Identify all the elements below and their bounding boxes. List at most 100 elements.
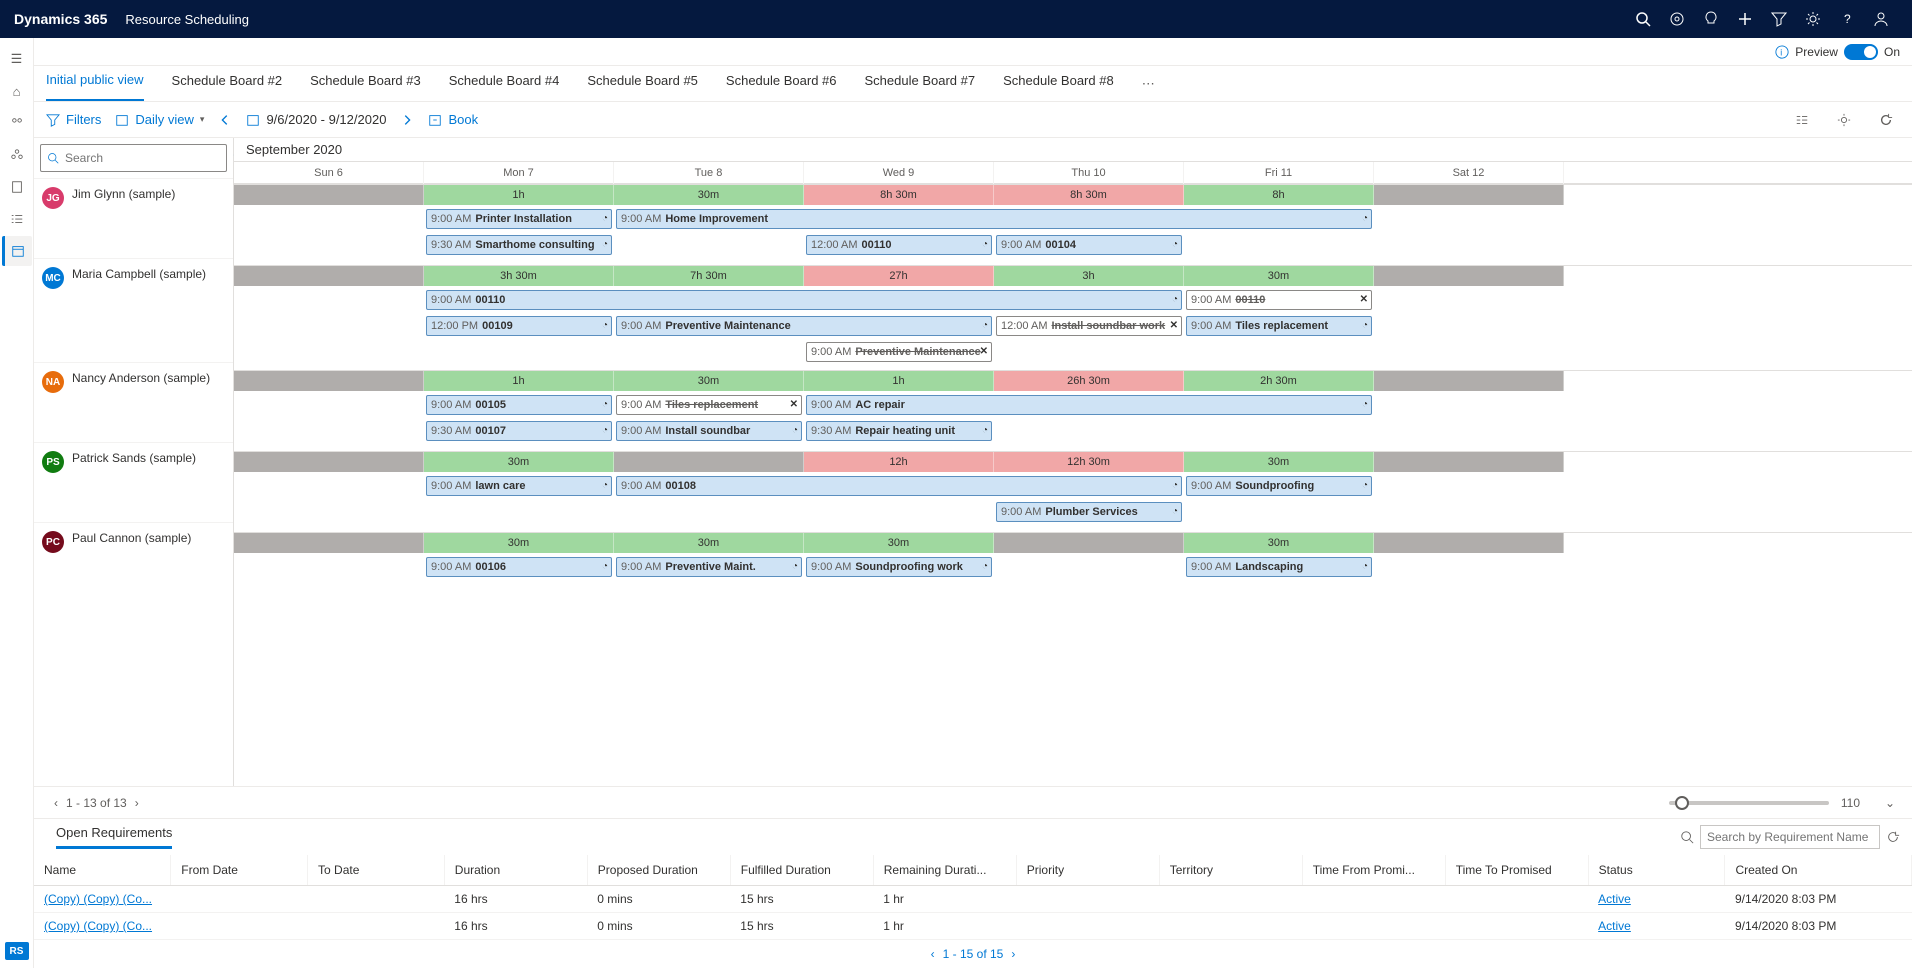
pager-next[interactable]: › xyxy=(127,796,147,810)
booking[interactable]: 12:00 AMInstall soundbar work✕ xyxy=(996,316,1182,336)
booking[interactable]: 9:00 AM00110✕ xyxy=(1186,290,1372,310)
tab-board-7[interactable]: Schedule Board #7 xyxy=(865,66,976,101)
resource-row[interactable]: NANancy Anderson (sample) xyxy=(34,362,233,442)
book-button[interactable]: Book xyxy=(428,112,478,127)
req-status-link[interactable]: Active xyxy=(1598,919,1631,933)
legend-button[interactable] xyxy=(1788,106,1816,134)
booking[interactable]: 12:00 AM00110◔ xyxy=(806,235,992,255)
booking[interactable]: 9:30 AMRepair heating unit◔ xyxy=(806,421,992,441)
home-icon[interactable]: ⌂ xyxy=(2,76,32,106)
booking[interactable]: 9:00 AMPlumber Services◔ xyxy=(996,502,1182,522)
date-range[interactable]: 9/6/2020 - 9/12/2020 xyxy=(246,112,386,127)
target-icon[interactable] xyxy=(1660,0,1694,38)
search-icon xyxy=(47,152,59,164)
req-status-link[interactable]: Active xyxy=(1598,892,1631,906)
booking[interactable]: 9:30 AM00107◔ xyxy=(426,421,612,441)
column-header[interactable]: To Date xyxy=(308,855,445,886)
group-icon[interactable] xyxy=(2,140,32,170)
people-icon[interactable] xyxy=(2,108,32,138)
column-header[interactable]: Duration xyxy=(444,855,587,886)
booking[interactable]: 9:30 AMSmarthome consulting◔ xyxy=(426,235,612,255)
booking[interactable]: 9:00 AMAC repair◔ xyxy=(806,395,1372,415)
req-prev[interactable]: ‹ xyxy=(931,947,935,961)
gear-icon[interactable] xyxy=(1796,0,1830,38)
lightbulb-icon[interactable] xyxy=(1694,0,1728,38)
collapse-panel[interactable]: ⌄ xyxy=(1880,796,1900,810)
prev-date[interactable] xyxy=(218,113,232,127)
booking[interactable]: 12:00 PM00109◔ xyxy=(426,316,612,336)
tab-board-5[interactable]: Schedule Board #5 xyxy=(587,66,698,101)
booking[interactable]: 9:00 AMTiles replacement◔ xyxy=(1186,316,1372,336)
tab-board-2[interactable]: Schedule Board #2 xyxy=(172,66,283,101)
tab-board-8[interactable]: Schedule Board #8 xyxy=(1003,66,1114,101)
booking[interactable]: 9:00 AM00106◔ xyxy=(426,557,612,577)
tab-board-3[interactable]: Schedule Board #3 xyxy=(310,66,421,101)
column-header[interactable]: Name xyxy=(34,855,171,886)
filters-button[interactable]: Filters xyxy=(46,112,101,127)
resource-row[interactable]: PCPaul Cannon (sample) xyxy=(34,522,233,602)
req-name-link[interactable]: (Copy) (Copy) (Co... xyxy=(44,892,152,906)
column-header[interactable]: Remaining Durati... xyxy=(873,855,1016,886)
column-header[interactable]: Proposed Duration xyxy=(587,855,730,886)
tab-board-4[interactable]: Schedule Board #4 xyxy=(449,66,560,101)
clipboard-icon[interactable] xyxy=(2,172,32,202)
table-row[interactable]: (Copy) (Copy) (Co...16 hrs0 mins15 hrs1 … xyxy=(34,913,1912,940)
search-icon[interactable] xyxy=(1680,830,1694,844)
booking[interactable]: 9:00 AM00110◔ xyxy=(426,290,1182,310)
booking[interactable]: 9:00 AM00108◔ xyxy=(616,476,1182,496)
refresh-button[interactable] xyxy=(1872,106,1900,134)
booking[interactable]: 9:00 AMPreventive Maint.◔ xyxy=(616,557,802,577)
person-icon[interactable] xyxy=(1864,0,1898,38)
tab-initial[interactable]: Initial public view xyxy=(46,66,144,101)
resource-search[interactable] xyxy=(40,144,227,172)
req-next[interactable]: › xyxy=(1011,947,1015,961)
preview-toggle[interactable] xyxy=(1844,44,1878,60)
table-row[interactable]: (Copy) (Copy) (Co...16 hrs0 mins15 hrs1 … xyxy=(34,886,1912,913)
booking[interactable]: 9:00 AMTiles replacement✕ xyxy=(616,395,802,415)
column-header[interactable]: Territory xyxy=(1159,855,1302,886)
column-header[interactable]: Fulfilled Duration xyxy=(730,855,873,886)
booking[interactable]: 9:00 AMHome Improvement◔ xyxy=(616,209,1372,229)
booking[interactable]: 9:00 AM00104◔ xyxy=(996,235,1182,255)
resource-row[interactable]: JGJim Glynn (sample) xyxy=(34,178,233,258)
view-dropdown[interactable]: Daily view▾ xyxy=(115,112,204,127)
column-header[interactable]: Time To Promised xyxy=(1445,855,1588,886)
booking[interactable]: 9:00 AMlawn care◔ xyxy=(426,476,612,496)
settings-button[interactable] xyxy=(1830,106,1858,134)
tab-board-6[interactable]: Schedule Board #6 xyxy=(726,66,837,101)
booking[interactable]: 9:00 AMSoundproofing work◔ xyxy=(806,557,992,577)
funnel-icon[interactable] xyxy=(1762,0,1796,38)
booking[interactable]: 9:00 AMPreventive Maintenance✕ xyxy=(806,342,992,362)
tabs-more[interactable]: ⋯ xyxy=(1142,76,1155,92)
module-name[interactable]: Resource Scheduling xyxy=(125,12,249,27)
resource-row[interactable]: MCMaria Campbell (sample) xyxy=(34,258,233,362)
booking[interactable]: 9:00 AMLandscaping◔ xyxy=(1186,557,1372,577)
list-icon[interactable] xyxy=(2,204,32,234)
zoom-slider[interactable] xyxy=(1669,801,1829,805)
column-header[interactable]: Created On xyxy=(1725,855,1912,886)
req-name-link[interactable]: (Copy) (Copy) (Co... xyxy=(44,919,152,933)
hamburger-icon[interactable]: ☰ xyxy=(2,44,32,74)
column-header[interactable]: From Date xyxy=(171,855,308,886)
column-header[interactable]: Priority xyxy=(1016,855,1159,886)
refresh-icon[interactable] xyxy=(1886,830,1900,844)
timeline[interactable]: September 2020 Sun 6Mon 7Tue 8Wed 9Thu 1… xyxy=(234,138,1912,786)
plus-icon[interactable] xyxy=(1728,0,1762,38)
next-date[interactable] xyxy=(400,113,414,127)
app-badge[interactable]: RS xyxy=(5,942,29,960)
column-header[interactable]: Status xyxy=(1588,855,1725,886)
search-icon[interactable] xyxy=(1626,0,1660,38)
resource-search-input[interactable] xyxy=(65,151,220,165)
calendar-icon[interactable] xyxy=(2,236,32,266)
booking[interactable]: 9:00 AMPrinter Installation◔ xyxy=(426,209,612,229)
pager-prev[interactable]: ‹ xyxy=(46,796,66,810)
req-search-input[interactable] xyxy=(1700,825,1880,849)
booking[interactable]: 9:00 AMSoundproofing◔ xyxy=(1186,476,1372,496)
column-header[interactable]: Time From Promi... xyxy=(1302,855,1445,886)
booking[interactable]: 9:00 AMInstall soundbar◔ xyxy=(616,421,802,441)
req-tab-open[interactable]: Open Requirements xyxy=(56,825,172,849)
resource-row[interactable]: PSPatrick Sands (sample) xyxy=(34,442,233,522)
booking[interactable]: 9:00 AM00105◔ xyxy=(426,395,612,415)
help-icon[interactable]: ? xyxy=(1830,0,1864,38)
booking[interactable]: 9:00 AMPreventive Maintenance◔ xyxy=(616,316,992,336)
